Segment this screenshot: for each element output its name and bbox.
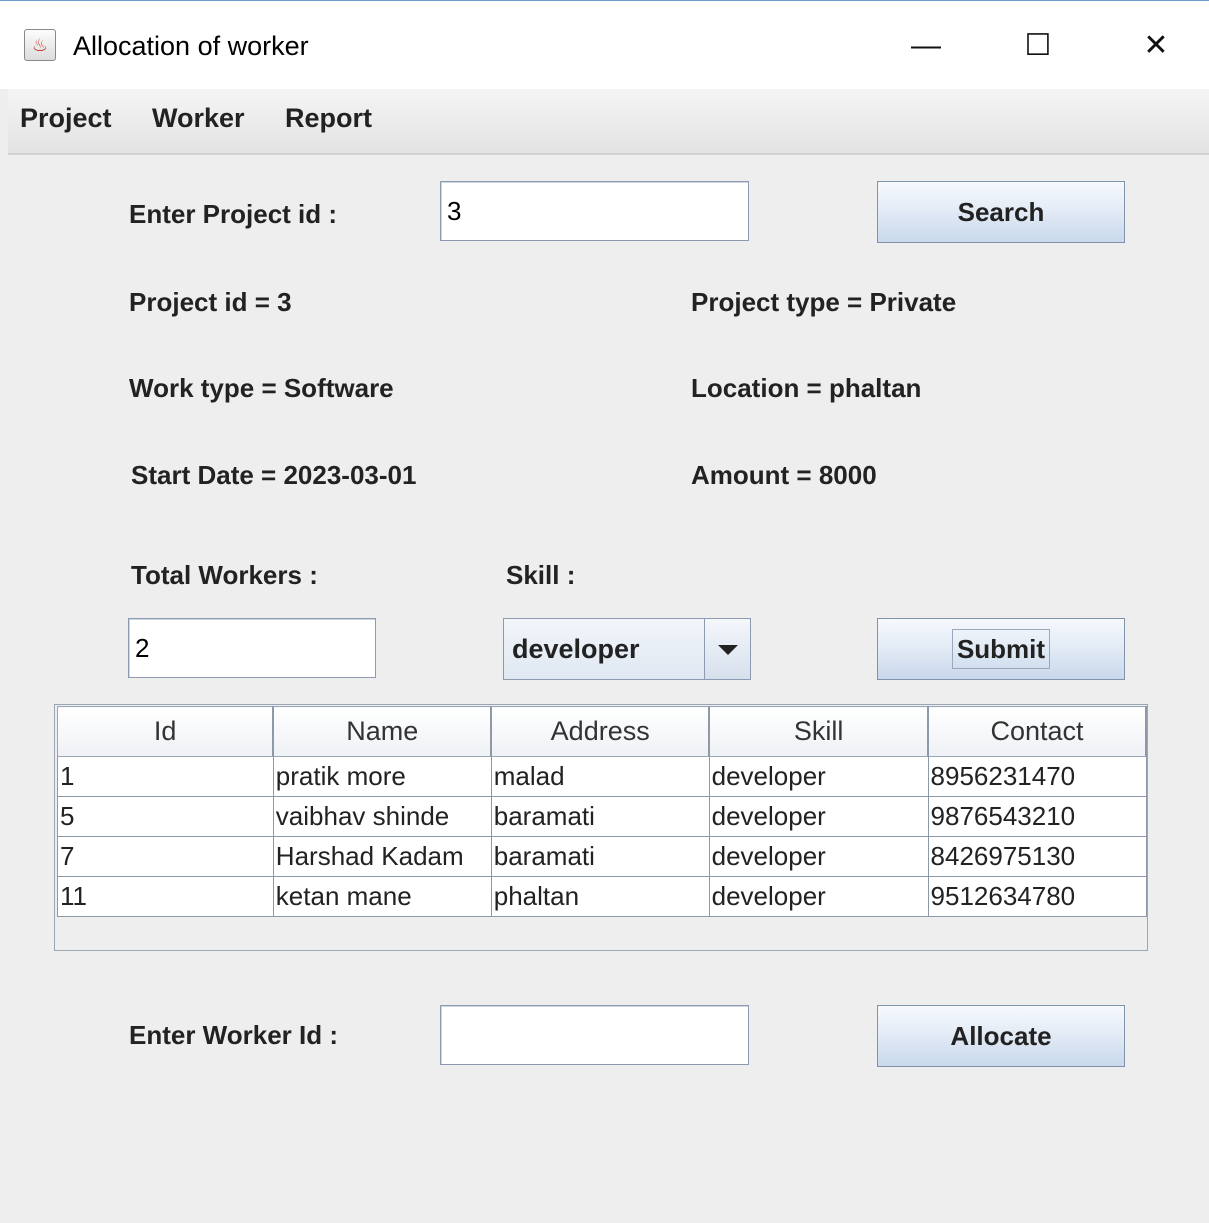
- total-workers-label: Total Workers :: [131, 560, 318, 590]
- cell-address[interactable]: phaltan: [490, 876, 710, 917]
- table-row[interactable]: 5 vaibhav shinde baramati developer 9876…: [57, 796, 1147, 837]
- column-header-address[interactable]: Address: [490, 706, 711, 757]
- amount-text: Amount = 8000: [691, 460, 877, 490]
- column-header-name[interactable]: Name: [272, 706, 493, 757]
- cell-address[interactable]: malad: [490, 756, 710, 797]
- worker-id-input[interactable]: [440, 1005, 749, 1065]
- project-id-label: Enter Project id :: [129, 199, 338, 229]
- application-window: ♨ Allocation of worker — ☐ ✕ Project Wor…: [0, 0, 1209, 1223]
- skill-dropdown[interactable]: developer: [503, 618, 751, 680]
- column-header-contact[interactable]: Contact: [927, 706, 1147, 757]
- submit-button[interactable]: Submit: [877, 618, 1125, 680]
- column-header-id[interactable]: Id: [57, 706, 275, 757]
- cell-name[interactable]: pratik more: [272, 756, 492, 797]
- submit-button-label: Submit: [951, 629, 1051, 669]
- column-header-skill[interactable]: Skill: [708, 706, 930, 757]
- total-workers-input[interactable]: [128, 618, 376, 678]
- menu-bar: Project Worker Report: [8, 89, 1209, 155]
- menu-worker[interactable]: Worker: [152, 101, 245, 135]
- workers-table-scrollpane[interactable]: Id Name Address Skill Contact 1 pratik m…: [54, 704, 1148, 951]
- window-title: Allocation of worker: [73, 31, 309, 61]
- maximize-button[interactable]: ☐: [1010, 23, 1066, 69]
- cell-skill[interactable]: developer: [708, 836, 929, 877]
- allocate-button[interactable]: Allocate: [877, 1005, 1125, 1067]
- cell-name[interactable]: Harshad Kadam: [272, 836, 492, 877]
- cell-name[interactable]: vaibhav shinde: [272, 796, 492, 837]
- table-row[interactable]: 11 ketan mane phaltan developer 95126347…: [57, 876, 1147, 917]
- workers-table: Id Name Address Skill Contact 1 pratik m…: [57, 706, 1147, 917]
- title-bar: ♨ Allocation of worker — ☐ ✕: [0, 1, 1209, 89]
- search-button[interactable]: Search: [877, 181, 1125, 243]
- minimize-button[interactable]: —: [898, 23, 954, 69]
- start-date-text: Start Date = 2023-03-01: [131, 460, 417, 490]
- dropdown-arrow-icon[interactable]: [704, 619, 750, 679]
- cell-id[interactable]: 5: [57, 796, 274, 837]
- cell-skill[interactable]: developer: [708, 756, 929, 797]
- table-header-row: Id Name Address Skill Contact: [57, 706, 1147, 757]
- skill-label: Skill :: [506, 560, 576, 590]
- location-text: Location = phaltan: [691, 373, 922, 403]
- cell-address[interactable]: baramati: [490, 796, 710, 837]
- cell-contact[interactable]: 9512634780: [927, 876, 1147, 917]
- table-row[interactable]: 1 pratik more malad developer 8956231470: [57, 756, 1147, 797]
- cell-id[interactable]: 1: [57, 756, 274, 797]
- cell-id[interactable]: 11: [57, 876, 274, 917]
- menu-report[interactable]: Report: [285, 101, 372, 135]
- menu-project[interactable]: Project: [20, 101, 112, 135]
- table-row[interactable]: 7 Harshad Kadam baramati developer 84269…: [57, 836, 1147, 877]
- cell-id[interactable]: 7: [57, 836, 274, 877]
- cell-contact[interactable]: 9876543210: [927, 796, 1147, 837]
- cell-skill[interactable]: developer: [708, 796, 929, 837]
- work-type-text: Work type = Software: [129, 373, 394, 403]
- close-button[interactable]: ✕: [1128, 23, 1184, 69]
- cell-contact[interactable]: 8956231470: [927, 756, 1147, 797]
- worker-id-label: Enter Worker Id :: [129, 1020, 339, 1050]
- cell-name[interactable]: ketan mane: [272, 876, 492, 917]
- skill-selected-value: developer: [512, 634, 640, 664]
- cell-address[interactable]: baramati: [490, 836, 710, 877]
- cell-contact[interactable]: 8426975130: [927, 836, 1147, 877]
- cell-skill[interactable]: developer: [708, 876, 929, 917]
- project-id-input[interactable]: [440, 181, 749, 241]
- project-type-text: Project type = Private: [691, 287, 957, 317]
- project-id-text: Project id = 3: [129, 287, 292, 317]
- java-app-icon: ♨: [24, 29, 56, 61]
